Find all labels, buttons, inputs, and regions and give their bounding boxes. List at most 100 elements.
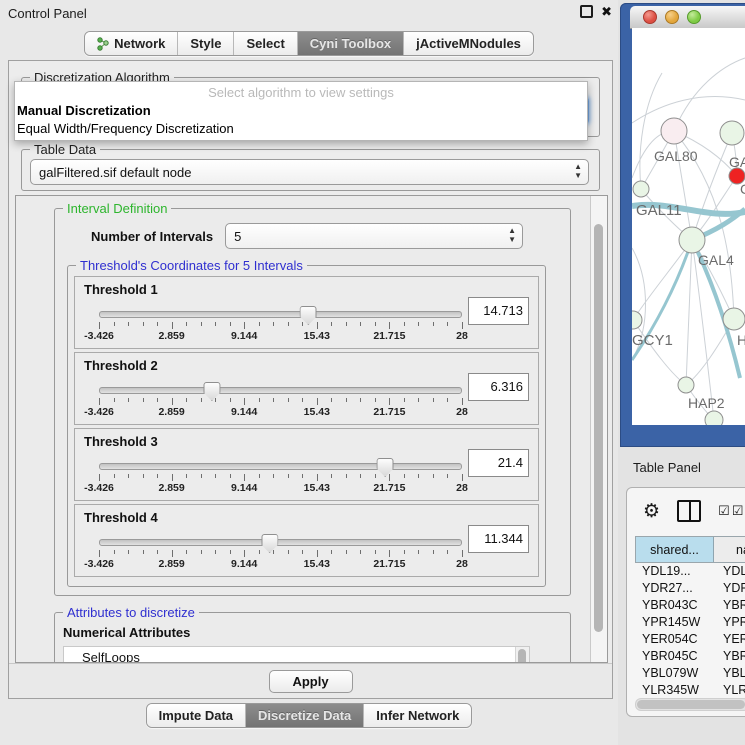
tab-label: Impute Data — [159, 708, 233, 723]
minimize-traffic-light[interactable] — [665, 10, 679, 24]
node-label: GAL4 — [698, 252, 734, 268]
tab-infer-network[interactable]: Infer Network — [364, 704, 471, 727]
table-data-combobox[interactable]: galFiltered.sif default node ▲▼ — [30, 159, 589, 185]
column-header-shared-name[interactable]: shared... — [636, 537, 714, 562]
threshold-slider[interactable] — [99, 387, 462, 394]
table-row[interactable]: YBR045CYBR0 — [635, 647, 745, 664]
table-row[interactable]: YBL079WYBL0 — [635, 664, 745, 681]
tab-jactivemnodules[interactable]: jActiveMNodules — [404, 32, 533, 55]
tab-discretize-data[interactable]: Discretize Data — [246, 704, 364, 727]
combo-spinner-icon: ▲▼ — [508, 226, 516, 244]
tab-select[interactable]: Select — [234, 32, 297, 55]
tick-label: -3.426 — [84, 482, 114, 494]
table-cell: YDL19... — [635, 564, 713, 578]
float-icon[interactable] — [580, 5, 593, 18]
group-title: Interval Definition — [63, 201, 171, 216]
table-horizontal-scrollbar[interactable] — [635, 698, 745, 711]
threshold-label: Threshold 3 — [84, 434, 158, 449]
zoom-traffic-light[interactable] — [687, 10, 701, 24]
table-data-group: Table Data galFiltered.sif default node … — [21, 149, 600, 191]
tick-label: 21.715 — [373, 482, 405, 494]
split-columns-icon[interactable] — [677, 500, 701, 522]
table-cell: YER054C — [635, 632, 713, 646]
network-window-titlebar[interactable] — [630, 6, 745, 29]
threshold-label: Threshold 4 — [84, 510, 158, 525]
menu-item-equal-width-frequency[interactable]: Equal Width/Frequency Discretization — [17, 121, 234, 136]
network-canvas[interactable]: GAL80GACGAL11GAL4GCY1HHAP2 — [632, 28, 745, 425]
tick-label: 28 — [456, 406, 468, 418]
tab-label: Cyni Toolbox — [310, 36, 391, 51]
table-row[interactable]: YDL19...YDL1 — [635, 562, 745, 579]
tick-label: 2.859 — [158, 482, 184, 494]
node-label: HAP2 — [688, 395, 725, 411]
node-table-body: YDL19...YDL1YDR27...YDR2YBR043CYBR0YPR14… — [635, 562, 745, 696]
tab-style[interactable]: Style — [178, 32, 234, 55]
tab-label: Style — [190, 36, 221, 51]
tick-label: 15.43 — [304, 406, 330, 418]
apply-button[interactable]: Apply — [269, 670, 353, 693]
network-edge[interactable] — [674, 58, 745, 131]
table-panel-titlebar: Table Panel — [618, 450, 745, 484]
threshold-slider[interactable] — [99, 539, 462, 546]
close-traffic-light[interactable] — [643, 10, 657, 24]
menu-item-manual-discretization[interactable]: Manual Discretization — [17, 103, 151, 118]
network-node[interactable] — [705, 411, 723, 425]
tick-label: 9.144 — [231, 330, 257, 342]
close-icon[interactable]: ✖ — [601, 5, 612, 18]
tick-label: 9.144 — [231, 482, 257, 494]
threshold-slider[interactable] — [99, 463, 462, 470]
table-cell: YBL079W — [635, 666, 713, 680]
network-edge[interactable] — [633, 320, 686, 385]
tick-label: -3.426 — [84, 330, 114, 342]
threshold-slider[interactable] — [99, 311, 462, 318]
cyni-toolbox-content: Discretization Algorithm Select algorith… — [8, 60, 613, 699]
numerical-attributes-label: Numerical Attributes — [63, 625, 570, 640]
threshold-value-field[interactable]: 6.316 — [468, 373, 529, 401]
node-label: GAL11 — [636, 202, 682, 219]
tab-cyni-toolbox[interactable]: Cyni Toolbox — [298, 32, 404, 55]
combo-spinner-icon: ▲▼ — [574, 162, 582, 180]
attributes-scrollbar[interactable] — [515, 647, 529, 662]
table-toolbar: ⚙ ☑ ☑ — [627, 488, 745, 534]
network-node[interactable] — [720, 121, 744, 145]
num-intervals-combobox[interactable]: 5 ▲▼ — [225, 223, 523, 249]
network-node[interactable] — [678, 377, 694, 393]
threshold-value-field[interactable]: 11.344 — [468, 525, 529, 553]
group-title: Table Data — [30, 142, 100, 157]
table-row[interactable]: YER054CYER0 — [635, 630, 745, 647]
tab-impute-data[interactable]: Impute Data — [147, 704, 246, 727]
settings-vertical-scrollbar[interactable] — [590, 196, 607, 662]
column-header-name[interactable]: na — [714, 537, 745, 562]
node-label: C — [740, 181, 745, 197]
table-cell: YBR0 — [713, 598, 745, 612]
table-row[interactable]: YBR043CYBR0 — [635, 596, 745, 613]
table-row[interactable]: YLR345WYLR3 — [635, 681, 745, 696]
network-edge[interactable] — [686, 240, 692, 385]
num-intervals-label: Number of Intervals — [91, 229, 213, 244]
right-column: GAL80GACGAL11GAL4GCY1HHAP2 Table Panel ⚙… — [618, 0, 745, 745]
table-cell: YDR2 — [713, 581, 745, 595]
threshold-value-field[interactable]: 21.4 — [468, 449, 529, 477]
threshold-value-field[interactable]: 14.713 — [468, 297, 529, 325]
table-row[interactable]: YPR145WYPR1 — [635, 613, 745, 630]
select-columns-icons[interactable]: ☑ ☑ — [718, 503, 743, 519]
gear-icon[interactable]: ⚙ — [643, 502, 660, 521]
control-panel-titlebar: Control Panel ✖ — [0, 0, 618, 26]
apply-row: Apply — [9, 663, 612, 698]
threshold-panel-2: Threshold 2-3.4262.8599.14415.4321.71528… — [74, 352, 539, 425]
tab-network[interactable]: Network — [85, 32, 178, 55]
attribute-item[interactable]: SelfLoops — [64, 649, 516, 662]
table-row[interactable]: YDR27...YDR2 — [635, 579, 745, 596]
network-node[interactable] — [679, 227, 705, 253]
checkbox-icon: ☑ — [718, 503, 730, 519]
network-node[interactable] — [661, 118, 687, 144]
network-node[interactable] — [723, 308, 745, 330]
tab-label: jActiveMNodules — [416, 36, 521, 51]
group-title: Threshold's Coordinates for 5 Intervals — [76, 258, 307, 273]
network-node[interactable] — [633, 181, 649, 197]
network-node[interactable] — [632, 311, 642, 329]
node-label: GAL80 — [654, 148, 698, 164]
network-edge[interactable] — [632, 97, 745, 123]
tick-label: 21.715 — [373, 406, 405, 418]
tick-label: -3.426 — [84, 406, 114, 418]
